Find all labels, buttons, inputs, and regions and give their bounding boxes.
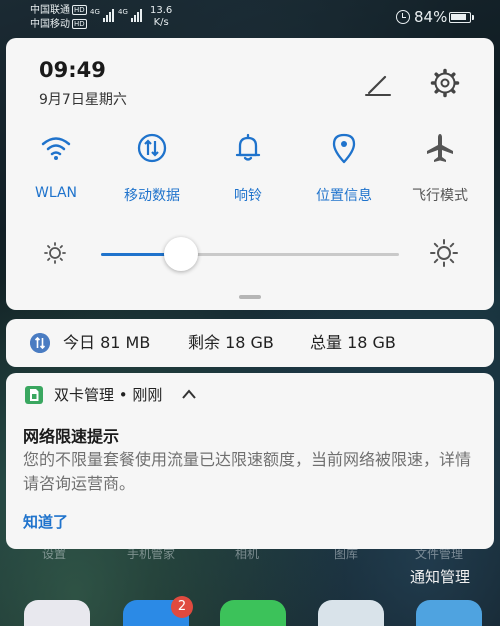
data-today: 今日 81 MB [63, 333, 151, 352]
battery-percent: 84% [414, 8, 448, 26]
acknowledge-button[interactable]: 知道了 [23, 511, 68, 532]
gear-icon [430, 68, 460, 98]
tile-airplane-label: 飞行模式 [412, 188, 468, 204]
app-label: 相机 [235, 547, 260, 561]
data-remaining: 剩余 18 GB [188, 333, 274, 352]
settings-button[interactable] [428, 66, 462, 100]
chevron-up-icon[interactable] [181, 388, 197, 400]
tile-mobile-data-label: 移动数据 [124, 188, 180, 204]
carrier-1: 中国联通 HD [30, 5, 87, 16]
data-usage-card[interactable]: 今日 81 MB 剩余 18 GB 总量 18 GB [6, 319, 494, 367]
signal-icon: 4G [90, 8, 114, 22]
brightness-low-icon [44, 242, 66, 264]
app-label: 手机管家 [127, 547, 176, 561]
status-bar: 中国联通 HD 中国移动 HD 4G 4G 13.6 K/s 84% [0, 0, 500, 34]
brightness-slider[interactable] [101, 253, 399, 256]
notification-badge: 2 [171, 596, 193, 618]
notification-manage-link[interactable]: 通知管理 [410, 566, 470, 587]
clock-time: 09:49 [39, 58, 106, 82]
sim-card-icon [25, 386, 43, 404]
tile-ringer[interactable]: 响铃 [208, 130, 288, 210]
airplane-icon [427, 134, 453, 162]
dock-app[interactable] [24, 600, 90, 626]
tile-wlan-label: WLAN [34, 185, 77, 201]
app-label: 设置 [42, 547, 67, 561]
app-label: 图库 [334, 547, 359, 561]
wifi-icon [41, 137, 71, 160]
brightness-high-icon [430, 239, 458, 267]
notification-app-name: 双卡管理 • 刚刚 [54, 386, 163, 404]
signal-icon: 4G [118, 8, 142, 22]
notification-body: 您的不限量套餐使用流量已达限速额度，当前网络被限速，详情请咨询运营商。 [23, 450, 472, 493]
notification-title: 网络限速提示 [23, 427, 120, 446]
network-speed: 13.6 K/s [150, 5, 173, 28]
alarm-icon [396, 10, 410, 24]
bell-icon [235, 133, 261, 161]
dock-app[interactable] [220, 600, 286, 626]
panel-drag-handle[interactable] [239, 295, 261, 299]
dock-app[interactable] [416, 600, 482, 626]
data-total: 总量 18 GB [310, 333, 396, 352]
app-label: 文件管理 [415, 547, 464, 561]
pencil-icon [365, 75, 391, 96]
tile-wlan[interactable]: WLAN [16, 130, 96, 210]
notification-card[interactable]: 双卡管理 • 刚刚 网络限速提示 您的不限量套餐使用流量已达限速额度，当前网络被… [6, 373, 494, 549]
brightness-slider-thumb[interactable] [164, 237, 198, 271]
clock-date: 9月7日星期六 [39, 92, 127, 108]
location-icon [332, 133, 356, 164]
tile-mobile-data[interactable]: 移动数据 [112, 130, 192, 210]
tile-ringer-label: 响铃 [234, 188, 262, 204]
mobile-data-icon [137, 133, 167, 163]
edit-button[interactable] [362, 68, 394, 100]
tile-airplane[interactable]: 飞行模式 [400, 130, 480, 210]
battery-icon [449, 12, 474, 23]
mobile-data-icon [30, 333, 50, 353]
home-screen-labels: 设置 手机管家 相机 图库 文件管理 [0, 545, 500, 561]
tile-location-label: 位置信息 [316, 188, 372, 204]
dock-app[interactable] [318, 600, 384, 626]
quick-settings-panel: 09:49 9月7日星期六 WLAN 移动数据 响铃 位置信息 飞行模式 [6, 38, 494, 310]
carrier-2: 中国移动 HD [30, 19, 87, 30]
tile-location[interactable]: 位置信息 [304, 130, 384, 210]
